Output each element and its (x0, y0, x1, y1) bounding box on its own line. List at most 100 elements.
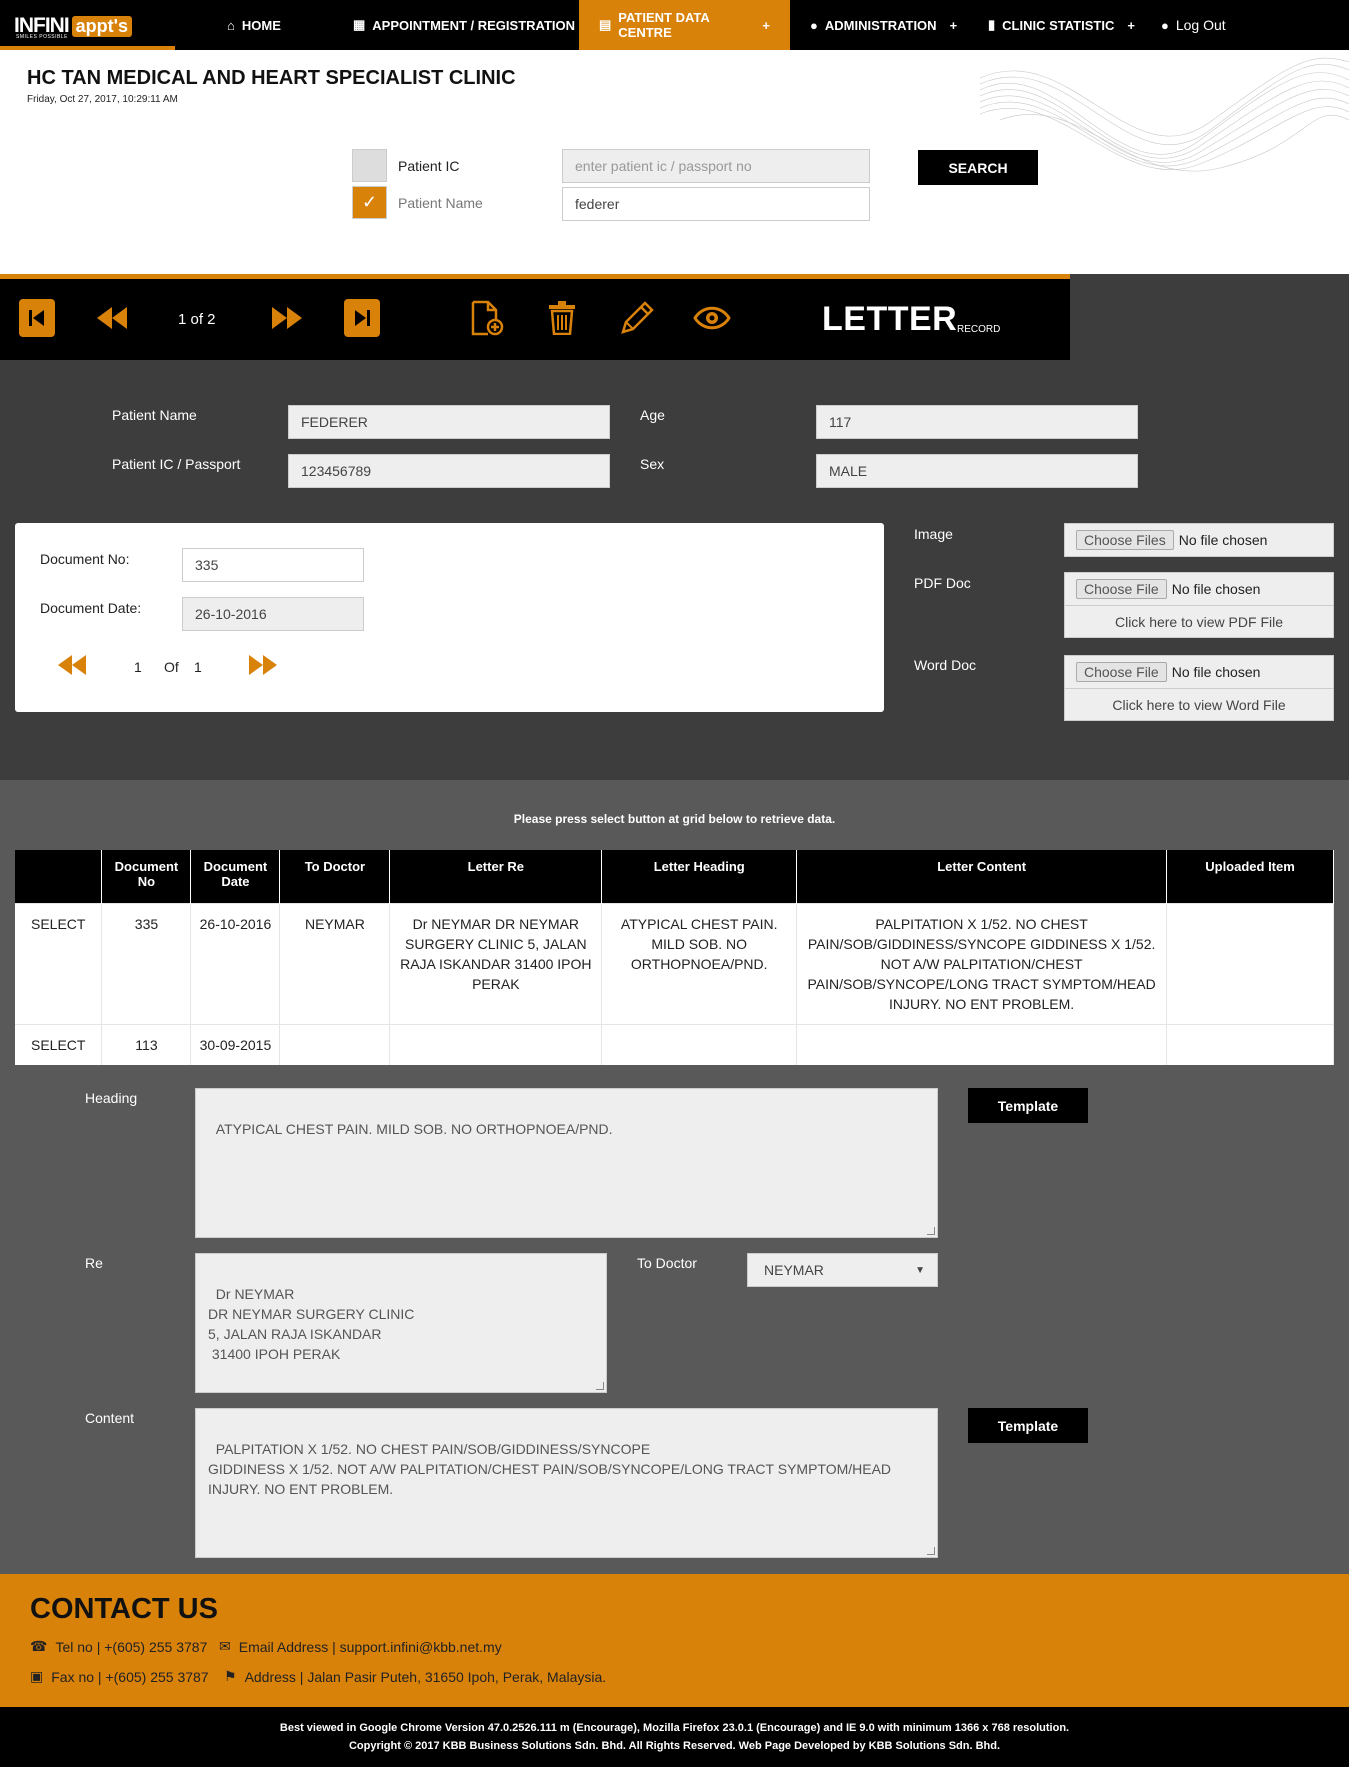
last-record-icon[interactable] (344, 299, 380, 337)
patient-name-checkbox[interactable]: ✓ (352, 186, 387, 219)
cell-letter-heading (601, 1023, 798, 1065)
contact-title: CONTACT US (30, 1593, 218, 1625)
flag-icon: ⚑ (224, 1668, 237, 1684)
contact-tel: ☎ Tel no | +(605) 255 3787 (30, 1638, 207, 1655)
select-button[interactable]: SELECT (15, 1023, 103, 1065)
contact-email-text[interactable]: Email Address | support.infini@kbb.net.m… (239, 1639, 502, 1655)
grid-header-document-no: Document No (101, 850, 192, 903)
logo-underline (0, 46, 175, 50)
view-eye-icon[interactable] (693, 299, 731, 337)
table-row: SELECT 113 30-09-2015 (15, 1023, 1334, 1065)
edit-pencil-icon[interactable] (619, 299, 655, 337)
table-row: SELECT 335 26-10-2016 NEYMAR Dr NEYMAR D… (15, 902, 1334, 1024)
nav-administration[interactable]: ● ADMINISTRATION + (810, 0, 957, 50)
first-record-icon[interactable] (19, 299, 55, 337)
word-doc-label: Word Doc (914, 657, 976, 673)
to-doctor-label: To Doctor (637, 1255, 697, 1271)
logo-text-right: appt's (71, 15, 132, 37)
word-choose-file-button[interactable]: Choose File (1076, 662, 1167, 682)
grid-header-to-doctor: To Doctor (279, 850, 391, 903)
cell-to-doctor (279, 1023, 391, 1065)
document-card (15, 523, 884, 712)
next-document-icon[interactable] (249, 655, 277, 678)
bar-chart-icon: ▮ (988, 17, 996, 32)
record-pager: 1 of 2 (178, 311, 216, 328)
heading-textarea[interactable]: ATYPICAL CHEST PAIN. MILD SOB. NO ORTHOP… (195, 1088, 938, 1238)
image-label: Image (914, 526, 953, 542)
patient-name-search-input[interactable]: federer (562, 187, 870, 221)
checkmark-icon: ✓ (361, 192, 378, 212)
resize-grip-icon[interactable] (927, 1547, 935, 1555)
patient-ic-search-input[interactable]: enter patient ic / passport no (562, 149, 870, 183)
view-word-link[interactable]: Click here to view Word File (1065, 688, 1333, 720)
view-pdf-link[interactable]: Click here to view PDF File (1065, 605, 1333, 637)
heading-template-button[interactable]: Template (968, 1088, 1088, 1123)
heading-text: ATYPICAL CHEST PAIN. MILD SOB. NO ORTHOP… (215, 1121, 613, 1137)
document-page-current: 1 (134, 659, 142, 675)
nav-clinic-statistic[interactable]: ▮ CLINIC STATISTIC + (988, 0, 1135, 50)
pdf-choose-file-button[interactable]: Choose File (1076, 579, 1167, 599)
resize-grip-icon[interactable] (596, 1382, 604, 1390)
nav-patient-data-centre-label: PATIENT DATA CENTRE (618, 10, 710, 40)
fax-icon: ▣ (30, 1668, 44, 1684)
re-label: Re (85, 1255, 103, 1271)
next-record-icon[interactable] (272, 299, 302, 337)
age-label: Age (640, 407, 665, 423)
trash-icon[interactable] (546, 299, 578, 337)
patient-ic-option-label: Patient IC (398, 158, 460, 174)
grid-header-select (15, 850, 103, 903)
content-textarea[interactable]: PALPITATION X 1/52. NO CHEST PAIN/SOB/GI… (195, 1408, 938, 1558)
heading-label: Heading (85, 1090, 138, 1106)
to-doctor-select[interactable]: NEYMAR ▼ (747, 1253, 938, 1287)
phone-icon: ☎ (30, 1638, 48, 1654)
contact-fax: ▣ Fax no | +(605) 255 3787 (30, 1668, 209, 1685)
grid-hint: Please press select button at grid below… (513, 812, 836, 826)
pdf-upload-box: Choose File No file chosen Click here to… (1064, 572, 1334, 638)
select-button[interactable]: SELECT (15, 902, 103, 1024)
content-template-button[interactable]: Template (968, 1408, 1088, 1443)
document-no-field[interactable]: 335 (182, 548, 364, 582)
document-page-total: 1 (194, 659, 202, 675)
nav-appointment[interactable]: ▦ APPOINTMENT / REGISTRATION (353, 0, 575, 50)
cell-letter-content: PALPITATION X 1/52. NO CHEST PAIN/SOB/GI… (796, 902, 1168, 1024)
patient-ic-checkbox[interactable] (352, 149, 387, 182)
content-label: Content (85, 1410, 135, 1426)
nav-home[interactable]: ⌂ HOME (227, 0, 281, 50)
clinic-name: HC TAN MEDICAL AND HEART SPECIALIST CLIN… (27, 67, 516, 89)
cell-letter-content (796, 1023, 1168, 1065)
sex-field[interactable]: MALE (816, 454, 1138, 488)
patient-name-label: Patient Name (112, 407, 197, 423)
envelope-icon: ✉ (219, 1638, 231, 1654)
image-upload-box: Choose Files No file chosen (1064, 523, 1334, 557)
cell-to-doctor: NEYMAR (279, 902, 391, 1024)
re-textarea[interactable]: Dr NEYMAR DR NEYMAR SURGERY CLINIC 5, JA… (195, 1253, 607, 1393)
previous-document-icon[interactable] (58, 655, 86, 678)
patient-ic-field[interactable]: 123456789 (288, 454, 610, 488)
infini-logo[interactable]: INFINI appt's SMILES POSSIBLE (14, 10, 160, 42)
patient-name-field[interactable]: FEDERER (288, 405, 610, 439)
image-choose-files-button[interactable]: Choose Files (1076, 530, 1174, 550)
contact-fax-text: Fax no | +(605) 255 3787 (51, 1668, 209, 1685)
re-text: Dr NEYMAR DR NEYMAR SURGERY CLINIC 5, JA… (208, 1286, 415, 1362)
age-field[interactable]: 117 (816, 405, 1138, 439)
document-page-of: Of (164, 659, 179, 675)
cell-doc-no: 113 (101, 1023, 192, 1065)
cell-uploaded-item (1166, 902, 1334, 1024)
plus-icon: + (762, 17, 770, 33)
add-document-icon[interactable] (468, 299, 506, 337)
section-subtitle: RECORD (957, 324, 1001, 335)
contact-tel-text: Tel no | +(605) 255 3787 (55, 1638, 208, 1655)
search-button[interactable]: SEARCH (918, 150, 1038, 185)
nav-patient-data-centre[interactable]: ▤ PATIENT DATA CENTRE + (579, 0, 790, 50)
nav-clinic-statistic-label: CLINIC STATISTIC (1002, 17, 1115, 33)
home-icon: ⌂ (227, 17, 235, 33)
resize-grip-icon[interactable] (927, 1227, 935, 1235)
plus-icon: + (949, 17, 958, 33)
nav-administration-label: ADMINISTRATION (824, 17, 937, 33)
cell-doc-no: 335 (101, 902, 192, 1024)
document-date-label: Document Date: (40, 600, 142, 616)
nav-logout[interactable]: ● Log Out (1161, 0, 1226, 50)
pdf-doc-label: PDF Doc (914, 575, 971, 591)
previous-record-icon[interactable] (97, 299, 127, 337)
document-date-field[interactable]: 26-10-2016 (182, 597, 364, 631)
